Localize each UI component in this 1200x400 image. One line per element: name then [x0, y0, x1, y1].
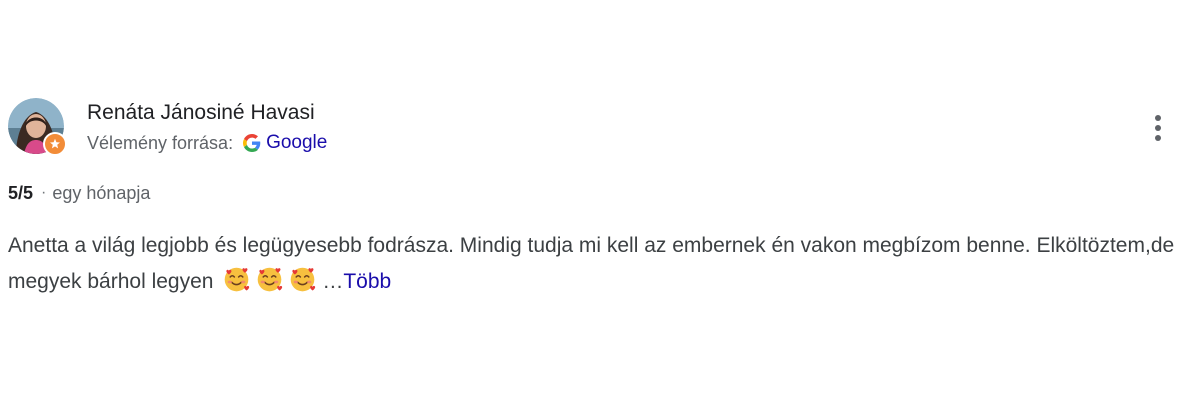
- google-g-icon: [243, 134, 261, 152]
- review-time: egy hónapja: [52, 182, 151, 203]
- reviewer-name[interactable]: Renáta Jánosiné Havasi: [87, 100, 315, 126]
- google-source-link[interactable]: Google: [243, 132, 327, 154]
- source-label: Vélemény forrása:: [87, 132, 234, 153]
- smiling-face-with-hearts-icon: [258, 267, 283, 292]
- review-source: Vélemény forrása: Google: [87, 131, 327, 155]
- separator: ·: [41, 184, 47, 201]
- rating-row: 5/5 · egy hónapja: [8, 181, 150, 205]
- rating-score: 5/5: [8, 182, 34, 203]
- more-vert-icon: [1155, 115, 1161, 121]
- avatar-container[interactable]: [8, 98, 67, 156]
- google-label[interactable]: Google: [266, 132, 327, 154]
- smiling-face-with-hearts-icon: [291, 267, 316, 292]
- ellipsis: …: [322, 270, 344, 293]
- review-card: Renáta Jánosiné Havasi Vélemény forrása:…: [0, 0, 1200, 400]
- more-link[interactable]: Több: [343, 270, 391, 293]
- review-text: Anetta a világ legjobb és legügyesebb fo…: [8, 228, 1188, 300]
- local-guide-badge-icon: [43, 132, 67, 156]
- more-options-button[interactable]: [1146, 110, 1170, 146]
- smiling-face-with-hearts-icon: [225, 267, 250, 292]
- review-text-body: Anetta a világ legjobb és legügyesebb fo…: [8, 234, 1175, 293]
